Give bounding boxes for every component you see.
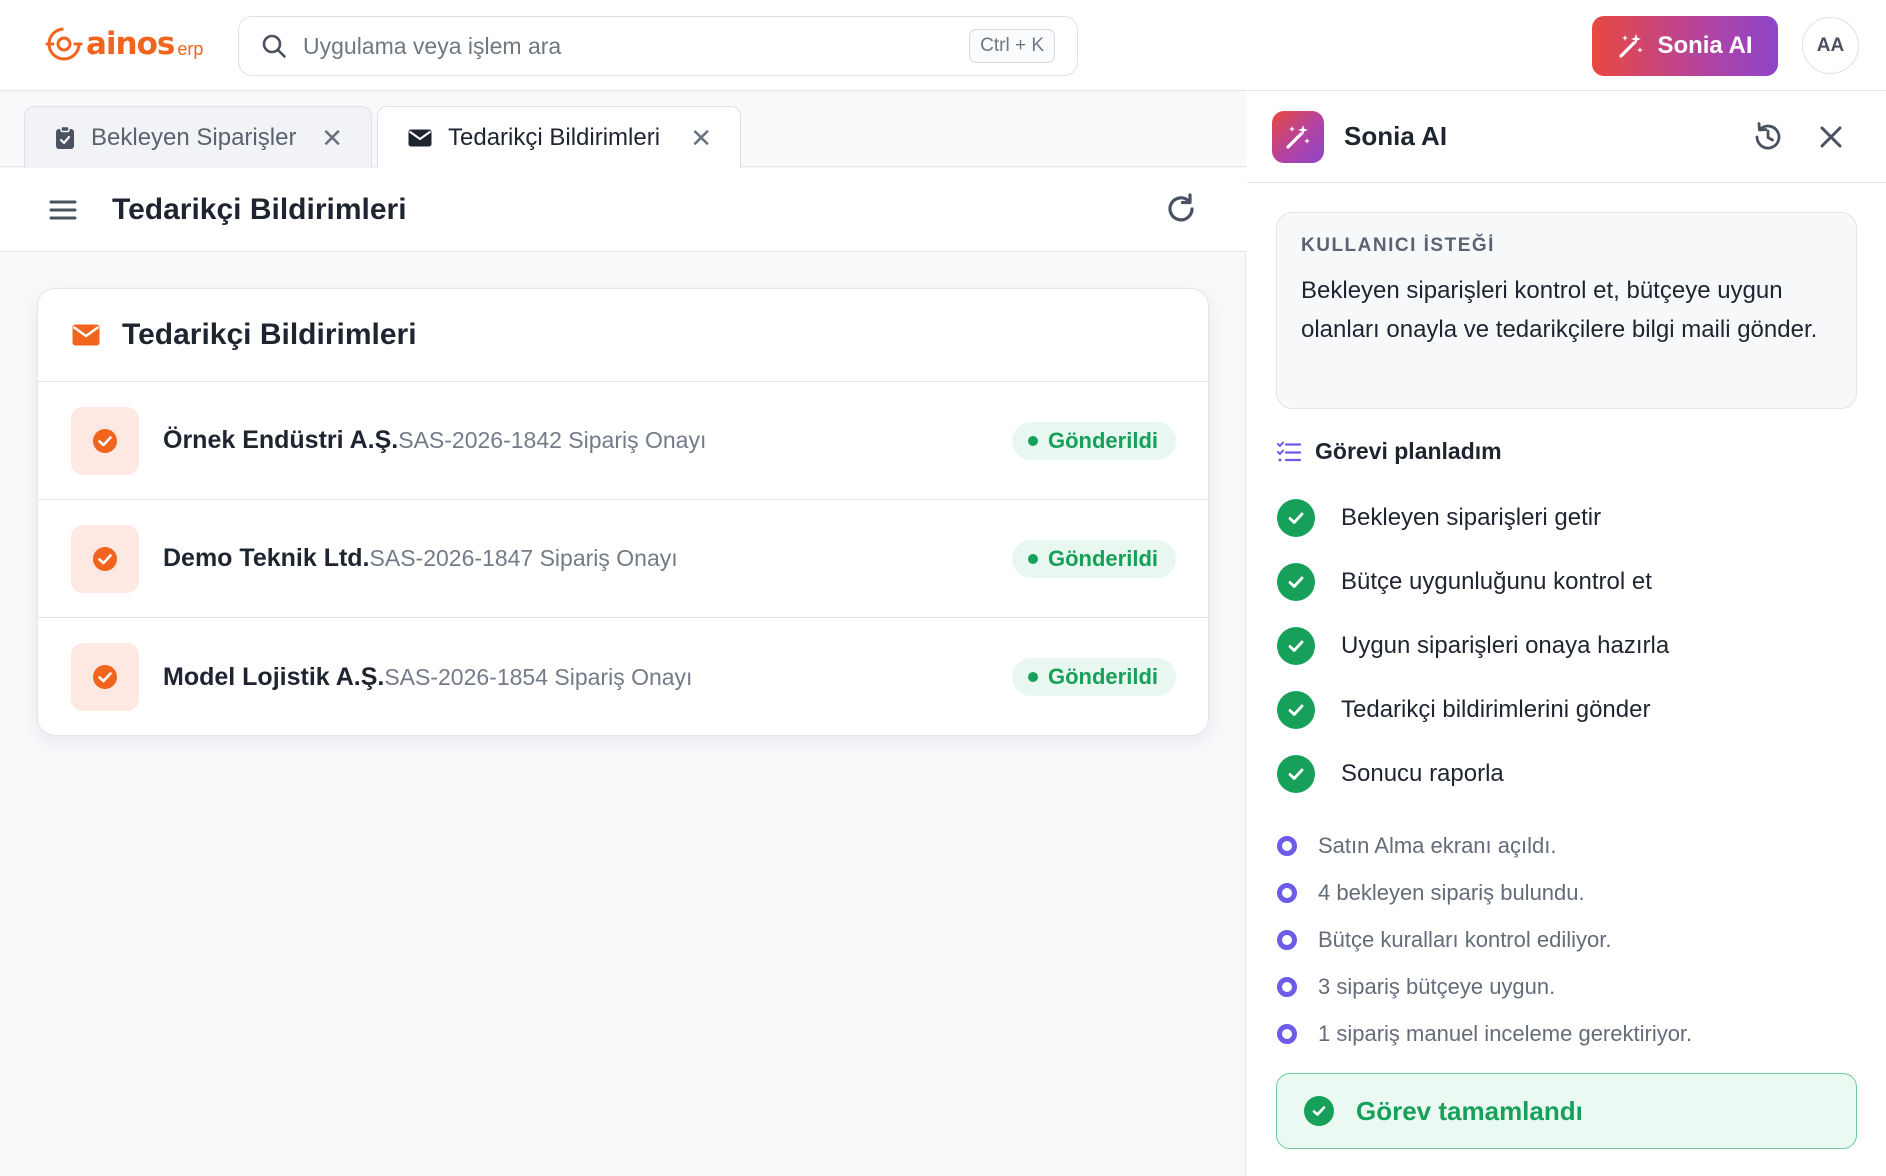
tab-label: Tedarikçi Bildirimleri (448, 124, 661, 151)
notification-row[interactable]: Model Lojistik A.Ş.SAS-2026-1854 Sipariş… (38, 618, 1208, 735)
search-icon (262, 34, 286, 58)
order-description: SAS-2026-1854 Sipariş Onayı (384, 663, 693, 690)
envelope-icon (72, 324, 100, 346)
envelope-icon (408, 129, 432, 147)
close-icon[interactable] (1816, 122, 1846, 152)
search-placeholder: Uygulama veya işlem ara (303, 32, 562, 59)
sonia-ai-panel: Sonia AI KULLANICI İSTEĞİ Bekleyen sipar… (1247, 91, 1886, 1176)
log-item: 4 bekleyen sipariş bulundu. (1277, 869, 1692, 916)
check-circle-icon (1277, 691, 1315, 729)
notifications-card: Tedarikçi Bildirimleri Örnek Endüstri A.… (37, 288, 1209, 736)
panel-header: Sonia AI (1247, 91, 1886, 183)
log-text: 1 sipariş manuel inceleme gerektiriyor. (1318, 1020, 1693, 1046)
tab-close-icon[interactable]: ✕ (690, 125, 712, 151)
plan-step: Uygun siparişleri onaya hazırla (1277, 614, 1669, 678)
app-logo[interactable]: ainos erp (44, 22, 203, 66)
plan-step: Sonucu raporla (1277, 742, 1669, 806)
log-item: 1 sipariş manuel inceleme gerektiriyor. (1277, 1010, 1692, 1057)
sonia-ai-button-label: Sonia AI (1657, 32, 1753, 59)
status-label: Gönderildi (1048, 546, 1158, 571)
status-label: Gönderildi (1048, 664, 1158, 689)
refresh-icon[interactable] (1164, 192, 1198, 226)
check-circle-icon (71, 524, 139, 593)
plan-header: Görevi planladım (1277, 438, 1502, 465)
plan-step-label: Tedarikçi bildirimlerini gönder (1341, 696, 1651, 723)
order-description: SAS-2026-1842 Sipariş Onayı (398, 427, 707, 453)
notification-row[interactable]: Örnek Endüstri A.Ş.SAS-2026-1842 Sipariş… (38, 382, 1208, 500)
page-header: Tedarikçi Bildirimleri (0, 168, 1246, 252)
plan-step-label: Uygun siparişleri onaya hazırla (1341, 632, 1670, 659)
plan-step-label: Sonucu raporla (1341, 760, 1504, 787)
request-text: Bekleyen siparişleri kontrol et, bütçeye… (1301, 277, 1818, 343)
clipboard-icon (56, 125, 74, 149)
log-text: Bütçe kuralları kontrol ediliyor. (1318, 926, 1612, 952)
plan-step: Bütçe uygunluğunu kontrol et (1277, 550, 1669, 614)
tab-tedarikci-bildirimleri[interactable]: Tedarikçi Bildirimleri ✕ (377, 106, 741, 169)
log-item: 3 sipariş bütçeye uygun. (1277, 963, 1692, 1010)
main-area: Bekleyen Siparişler ✕ Tedarikçi Bildirim… (0, 91, 1246, 1176)
activity-log: Satın Alma ekranı açıldı. 4 bekleyen sip… (1277, 822, 1692, 1057)
check-circle-icon (1277, 499, 1315, 537)
check-circle-icon (71, 643, 139, 711)
supplier-name: Model Lojistik A.Ş. (163, 662, 385, 691)
log-item: Satın Alma ekranı açıldı. (1277, 822, 1692, 869)
check-circle-icon (71, 406, 139, 475)
row-text: Örnek Endüstri A.Ş.SAS-2026-1842 Sipariş… (163, 426, 706, 455)
magic-wand-icon (1619, 34, 1644, 58)
log-text: Satın Alma ekranı açıldı. (1318, 832, 1557, 858)
tab-close-icon[interactable]: ✕ (321, 125, 343, 151)
status-badge: Gönderildi (1012, 658, 1176, 696)
log-text: 3 sipariş bütçeye uygun. (1318, 973, 1556, 999)
check-circle-icon (1277, 563, 1315, 601)
log-dot-icon (1277, 929, 1297, 950)
log-dot-icon (1277, 882, 1297, 903)
supplier-name: Örnek Endüstri A.Ş. (163, 426, 399, 454)
log-dot-icon (1277, 976, 1297, 997)
logo-mark-icon (45, 27, 83, 61)
page-title: Tedarikçi Bildirimleri (112, 192, 407, 226)
log-dot-icon (1277, 835, 1297, 856)
task-list-icon (1277, 441, 1301, 461)
user-avatar[interactable]: AA (1802, 17, 1859, 74)
task-complete-label: Görev tamamlandı (1356, 1095, 1583, 1126)
log-item: Bütçe kuralları kontrol ediliyor. (1277, 916, 1692, 963)
plan-step: Bekleyen siparişleri getir (1277, 486, 1669, 550)
log-text: 4 bekleyen sipariş bulundu. (1318, 879, 1585, 905)
request-label: KULLANICI İSTEĞİ (1301, 235, 1495, 256)
shortcut-hint: Ctrl + K (969, 29, 1055, 63)
supplier-name: Demo Teknik Ltd. (163, 544, 370, 572)
status-label: Gönderildi (1048, 428, 1158, 453)
task-complete-banner: Görev tamamlandı (1276, 1073, 1857, 1149)
logo-sub-text: erp (177, 38, 204, 59)
status-badge: Gönderildi (1012, 422, 1176, 460)
notification-row[interactable]: Demo Teknik Ltd.SAS-2026-1847 Sipariş On… (38, 500, 1208, 618)
plan-title: Görevi planladım (1315, 438, 1502, 464)
card-title: Tedarikçi Bildirimleri (122, 318, 417, 351)
check-circle-icon (1304, 1096, 1334, 1126)
status-badge: Gönderildi (1012, 540, 1176, 578)
tab-label: Bekleyen Siparişler (91, 123, 297, 151)
user-request-box: KULLANICI İSTEĞİ Bekleyen siparişleri ko… (1276, 212, 1857, 409)
plan-step-label: Bekleyen siparişleri getir (1341, 504, 1602, 531)
plan-step-label: Bütçe uygunluğunu kontrol et (1341, 568, 1652, 595)
panel-title: Sonia AI (1344, 121, 1448, 151)
card-header: Tedarikçi Bildirimleri (38, 289, 1208, 382)
search-input[interactable]: Uygulama veya işlem ara Ctrl + K (238, 16, 1078, 76)
check-circle-icon (1277, 755, 1315, 793)
top-bar: ainos erp Uygulama veya işlem ara Ctrl +… (0, 0, 1886, 91)
history-icon[interactable] (1751, 120, 1785, 154)
sonia-logo-icon (1272, 110, 1324, 163)
order-description: SAS-2026-1847 Sipariş Onayı (369, 545, 678, 571)
logo-text: ainos (86, 26, 175, 62)
log-dot-icon (1277, 1023, 1297, 1044)
row-text: Model Lojistik A.Ş.SAS-2026-1854 Sipariş… (163, 663, 692, 692)
check-circle-icon (1277, 627, 1315, 665)
plan-steps: Bekleyen siparişleri getir Bütçe uygunlu… (1277, 486, 1669, 806)
row-text: Demo Teknik Ltd.SAS-2026-1847 Sipariş On… (163, 544, 678, 573)
sonia-ai-button[interactable]: Sonia AI (1592, 16, 1778, 76)
plan-step: Tedarikçi bildirimlerini gönder (1277, 678, 1669, 742)
tab-bekleyen-siparisler[interactable]: Bekleyen Siparişler ✕ (24, 106, 372, 168)
tab-strip: Bekleyen Siparişler ✕ Tedarikçi Bildirim… (0, 91, 1246, 169)
hamburger-menu-icon[interactable] (48, 198, 78, 222)
